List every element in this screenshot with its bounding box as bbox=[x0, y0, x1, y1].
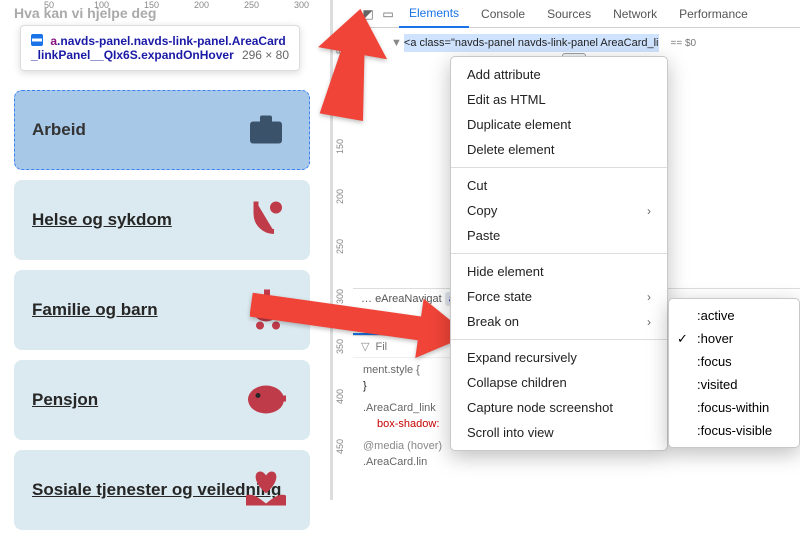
state-focus-within[interactable]: :focus-within bbox=[669, 396, 799, 419]
tab-console[interactable]: Console bbox=[471, 1, 535, 27]
ctx-copy[interactable]: Copy› bbox=[451, 198, 667, 223]
ctx-force-state[interactable]: Force state› bbox=[451, 284, 667, 309]
area-card-sosiale[interactable]: Sosiale tjenester og veiledning bbox=[14, 450, 310, 530]
state-visited[interactable]: :visited bbox=[669, 373, 799, 396]
ctx-cut[interactable]: Cut bbox=[451, 173, 667, 198]
stethoscope-icon bbox=[242, 194, 290, 247]
chevron-right-icon: › bbox=[647, 290, 651, 304]
ctx-paste[interactable]: Paste bbox=[451, 223, 667, 248]
context-menu: Add attribute Edit as HTML Duplicate ele… bbox=[450, 56, 668, 451]
area-card-arbeid[interactable]: Arbeid bbox=[14, 90, 310, 170]
ctx-edit-as-html[interactable]: Edit as HTML bbox=[451, 87, 667, 112]
ctx-hide-element[interactable]: Hide element bbox=[451, 259, 667, 284]
ctx-delete-element[interactable]: Delete element bbox=[451, 137, 667, 162]
dom-selected-node[interactable]: <a class="navds-panel navds-link-panel A… bbox=[404, 34, 659, 52]
briefcase-icon bbox=[242, 104, 290, 157]
tab-performance[interactable]: Performance bbox=[669, 1, 758, 27]
state-active[interactable]: :active bbox=[669, 304, 799, 327]
tab-sources[interactable]: Sources bbox=[537, 1, 601, 27]
ctx-expand-recursively[interactable]: Expand recursively bbox=[451, 345, 667, 370]
ctx-break-on[interactable]: Break on› bbox=[451, 309, 667, 334]
annotation-arrow-top bbox=[290, 8, 410, 133]
chevron-right-icon: › bbox=[647, 315, 651, 329]
area-card-helse[interactable]: Helse og sykdom bbox=[14, 180, 310, 260]
area-card-label: Pensjon bbox=[32, 390, 98, 410]
area-card-label: Arbeid bbox=[32, 120, 86, 140]
ctx-add-attribute[interactable]: Add attribute bbox=[451, 62, 667, 87]
area-card-label: Helse og sykdom bbox=[32, 210, 172, 230]
state-focus-visible[interactable]: :focus-visible bbox=[669, 419, 799, 442]
inspect-tooltip: a.navds-panel.navds-link-panel.AreaCard_… bbox=[20, 25, 300, 71]
hands-heart-icon bbox=[242, 464, 290, 517]
area-card-label: Familie og barn bbox=[32, 300, 158, 320]
flex-badge-icon bbox=[31, 34, 43, 46]
ctx-collapse-children[interactable]: Collapse children bbox=[451, 370, 667, 395]
ctx-scroll-into-view[interactable]: Scroll into view bbox=[451, 420, 667, 445]
state-focus[interactable]: :focus bbox=[669, 350, 799, 373]
ruler-tick: 200 bbox=[194, 0, 209, 10]
page-preview-pane: 50 100 150 200 250 300 Hva kan vi hjelpe… bbox=[0, 0, 330, 500]
annotation-arrow-bottom bbox=[250, 290, 470, 385]
page-heading-ghost: Hva kan vi hjelpe deg bbox=[14, 5, 156, 21]
force-state-submenu: :active :hover :focus :visited :focus-wi… bbox=[668, 298, 800, 448]
devtools-tablist: ◩ ▭ Elements Console Sources Network Per… bbox=[353, 0, 800, 28]
tooltip-dimensions: 296 × 80 bbox=[242, 48, 289, 62]
tab-network[interactable]: Network bbox=[603, 1, 667, 27]
ctx-duplicate-element[interactable]: Duplicate element bbox=[451, 112, 667, 137]
ruler-tick: 250 bbox=[244, 0, 259, 10]
ctx-capture-node-screenshot[interactable]: Capture node screenshot bbox=[451, 395, 667, 420]
chevron-right-icon: › bbox=[647, 204, 651, 218]
state-hover[interactable]: :hover bbox=[669, 327, 799, 350]
